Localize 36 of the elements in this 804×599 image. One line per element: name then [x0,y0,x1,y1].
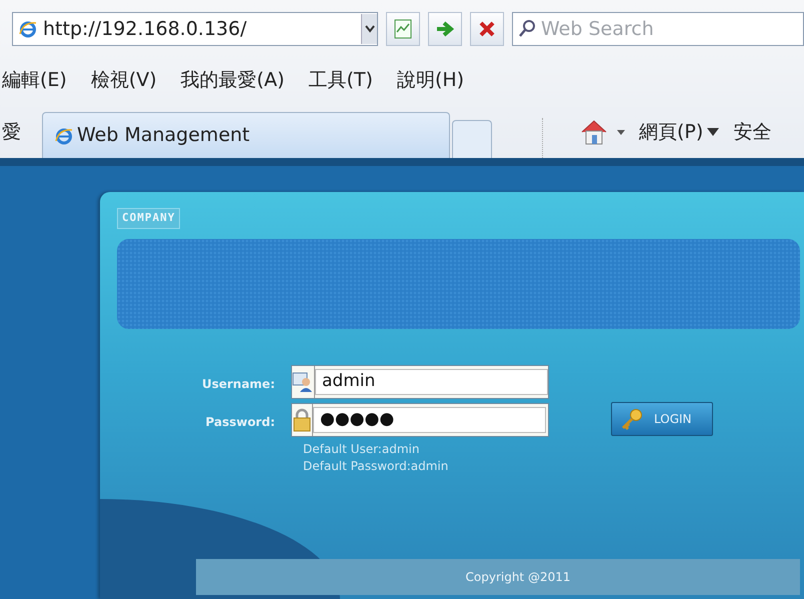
home-icon [579,118,609,146]
company-label: COMPANY [117,208,180,228]
menu-item[interactable]: 工具(T) [308,66,373,94]
menu-item[interactable]: 檢視(V) [90,66,157,94]
field-label: Username: [202,376,275,392]
input-field[interactable]: admin [291,364,549,398]
lock-icon [292,408,312,432]
menu-item[interactable]: 我的最愛(A) [180,66,284,94]
hint-text: Default Password:admin [303,458,450,474]
browser-logo-icon [55,126,73,144]
browser-tab[interactable]: Web Management [42,112,450,158]
field-label: Password: [206,414,275,430]
address-text: http://192.168.0.136/ [43,16,248,42]
hint-text: Default User:admin [303,440,420,458]
close-button[interactable] [470,12,504,46]
key-icon [620,408,644,430]
close-icon [478,20,496,38]
toolbar-label: 愛 [2,120,22,144]
copyright-text: Copyright @2011 [196,559,800,595]
menu-item[interactable]: 編輯(E) [2,66,67,94]
user-icon [292,370,314,392]
caret-icon [617,128,625,135]
page-icon [392,18,414,40]
search-field[interactable]: Web Search [512,12,804,46]
caret-icon [364,25,374,33]
compatibility-button[interactable] [386,12,420,46]
input-field[interactable]: ●●●●● [291,402,549,436]
go-button[interactable] [428,12,462,46]
menu-item[interactable]: 說明(H) [396,66,464,94]
arrow-icon [435,20,455,38]
address-field[interactable]: http://192.168.0.136/ [12,12,378,46]
home-button[interactable] [579,118,625,146]
command-menu[interactable]: 安全 [733,118,772,146]
command-menu[interactable]: 網頁(P) [639,118,720,146]
dropdown-button[interactable] [361,14,377,44]
browser-logo-icon [19,20,37,38]
